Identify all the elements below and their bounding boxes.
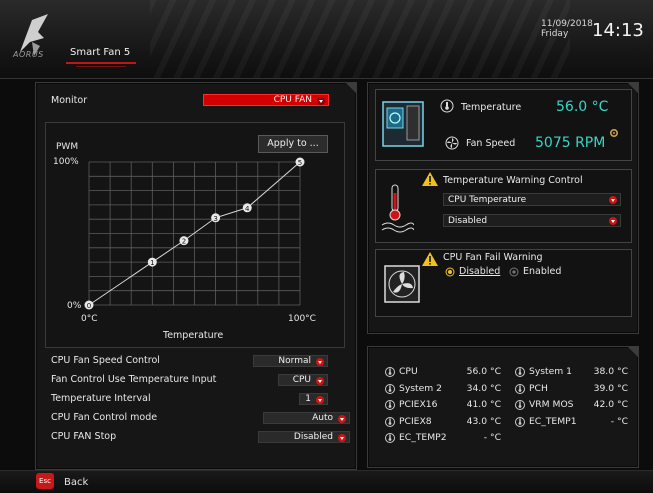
setting-label: Temperature Interval [51, 393, 151, 404]
top-bar [0, 0, 653, 79]
setting-select[interactable]: Normal [253, 355, 328, 367]
setting-label: CPU FAN Stop [51, 431, 117, 442]
panel-corner [346, 83, 356, 93]
thermometer-icon [515, 400, 525, 410]
sensor-value: 56.0 °C [466, 366, 501, 377]
tab-smart-fan[interactable]: Smart Fan 5 [70, 47, 130, 58]
bottom-bar [0, 470, 653, 493]
tab-underline [66, 62, 136, 64]
thermometer-warning-icon [381, 184, 414, 233]
chevron-down-icon [609, 217, 617, 225]
monitor-value: CPU FAN [273, 95, 312, 105]
setting-select[interactable]: CPU [278, 374, 328, 386]
pc-case-icon [382, 101, 424, 147]
fan-icon [445, 136, 459, 150]
chevron-down-icon [317, 97, 325, 105]
back-button[interactable]: Back [64, 477, 88, 488]
y-axis-max: 100% [53, 157, 79, 167]
sensor-value: 42.0 °C [593, 399, 628, 410]
date-text: 11/09/2018 [541, 19, 593, 29]
setting-select[interactable]: Disabled [258, 431, 350, 443]
thermometer-icon [385, 400, 395, 410]
warning-source-select[interactable]: CPU Temperature [443, 193, 621, 206]
setting-select[interactable]: 1 [299, 393, 328, 405]
sensor-name: CPU [399, 366, 418, 377]
chevron-down-icon [338, 415, 346, 423]
panel-corner [628, 347, 638, 357]
setting-value: Auto [312, 413, 333, 423]
sensor-value: 43.0 °C [466, 415, 501, 427]
warning-icon [422, 172, 438, 186]
esc-key-icon[interactable]: Esc [36, 473, 54, 489]
sensor-value: 38.0 °C [593, 366, 628, 377]
temp-warning-title: Temperature Warning Control [443, 175, 583, 186]
clock: 14:13 [592, 20, 644, 41]
brand-text: AORUS [13, 50, 44, 59]
apply-to-button[interactable]: Apply to ... [258, 135, 328, 153]
thermometer-icon [515, 367, 525, 377]
y-axis-min: 0% [67, 301, 82, 311]
chevron-down-icon [609, 196, 617, 204]
warning-icon [422, 252, 438, 266]
chevron-down-icon [316, 358, 324, 366]
sensor-value: - °C [483, 432, 501, 443]
thermometer-icon [385, 416, 395, 427]
warning-threshold-value: Disabled [448, 216, 488, 226]
sensor-value: 41.0 °C [466, 399, 501, 410]
x-axis-title: Temperature [163, 330, 224, 341]
x-axis-max: 100°C [288, 314, 316, 324]
thermometer-icon [515, 383, 525, 394]
sensor-value: 39.0 °C [593, 382, 628, 394]
chevron-down-icon [316, 396, 324, 404]
chevron-down-icon [316, 377, 324, 385]
monitor-label: Monitor [51, 95, 88, 106]
sensor-name: System 1 [529, 366, 573, 377]
sensor-name: System 2 [399, 382, 443, 394]
sensor-name: PCH [529, 382, 548, 394]
setting-label: CPU Fan Speed Control [51, 355, 160, 366]
thermometer-icon [440, 99, 454, 113]
setting-value: Normal [278, 356, 311, 366]
setting-label: CPU Fan Control mode [51, 412, 158, 423]
thermometer-icon [385, 367, 395, 377]
x-axis-min: 0°C [81, 314, 98, 324]
fan-speed-value: 5075 RPM [535, 135, 606, 151]
fan-speed-label: Fan Speed [466, 138, 516, 149]
temperature-label: Temperature [461, 102, 522, 113]
temperature-value: 56.0 °C [556, 99, 609, 115]
setting-value: 1 [305, 394, 311, 404]
setting-label: Fan Control Use Temperature Input [51, 374, 217, 385]
radio-enabled[interactable] [509, 267, 519, 277]
radio-disabled[interactable] [445, 267, 455, 277]
sensor-name: EC_TEMP1 [529, 415, 577, 427]
setting-select[interactable]: Auto [263, 412, 350, 424]
setting-value: CPU [292, 375, 311, 385]
chevron-down-icon [338, 434, 346, 442]
fan-fail-title: CPU Fan Fail Warning [443, 252, 543, 263]
tab-underline-secondary [76, 66, 126, 67]
thermometer-icon [385, 383, 395, 394]
settings-gear-icon[interactable] [609, 128, 619, 138]
sensor-value: 34.0 °C [466, 382, 501, 394]
monitor-select[interactable]: CPU FAN [203, 94, 329, 106]
warning-source-value: CPU Temperature [448, 195, 527, 205]
day-text: Friday [541, 29, 569, 39]
date-display: 11/09/2018 Friday [541, 19, 593, 39]
sensor-name: PCIEX8 [399, 415, 432, 427]
thermometer-icon [385, 433, 395, 443]
sensor-name: EC_TEMP2 [399, 432, 447, 443]
radio-disabled-label[interactable]: Disabled [459, 266, 500, 277]
sensor-name: VRM MOS [529, 399, 574, 410]
sensor-name: PCIEX16 [399, 399, 438, 410]
radio-enabled-label[interactable]: Enabled [523, 266, 561, 277]
thermometer-icon [515, 416, 525, 427]
setting-value: Disabled [293, 432, 333, 442]
y-axis-title: PWM [56, 142, 79, 152]
fan-box-icon [384, 265, 420, 303]
sensor-value: - °C [610, 415, 628, 427]
warning-threshold-select[interactable]: Disabled [443, 214, 621, 227]
